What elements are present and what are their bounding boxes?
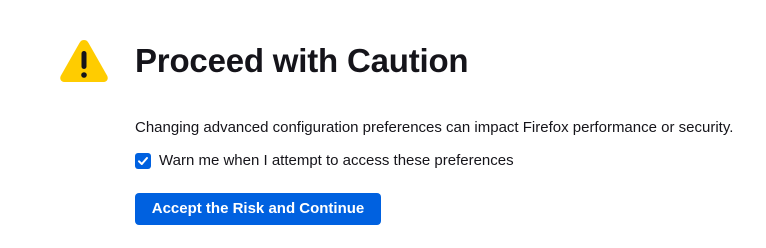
warn-preference-row[interactable]: Warn me when I attempt to access these p… [135, 151, 514, 171]
warn-checkbox-label[interactable]: Warn me when I attempt to access these p… [159, 151, 514, 171]
warn-checkbox[interactable] [135, 153, 151, 169]
warning-triangle-icon [60, 40, 108, 82]
page-title: Proceed with Caution [135, 42, 469, 79]
accept-risk-button[interactable]: Accept the Risk and Continue [135, 193, 381, 225]
warning-description: Changing advanced configuration preferen… [135, 119, 734, 136]
checkmark-icon [138, 157, 148, 165]
caution-page: Proceed with Caution Changing advanced c… [0, 0, 766, 248]
